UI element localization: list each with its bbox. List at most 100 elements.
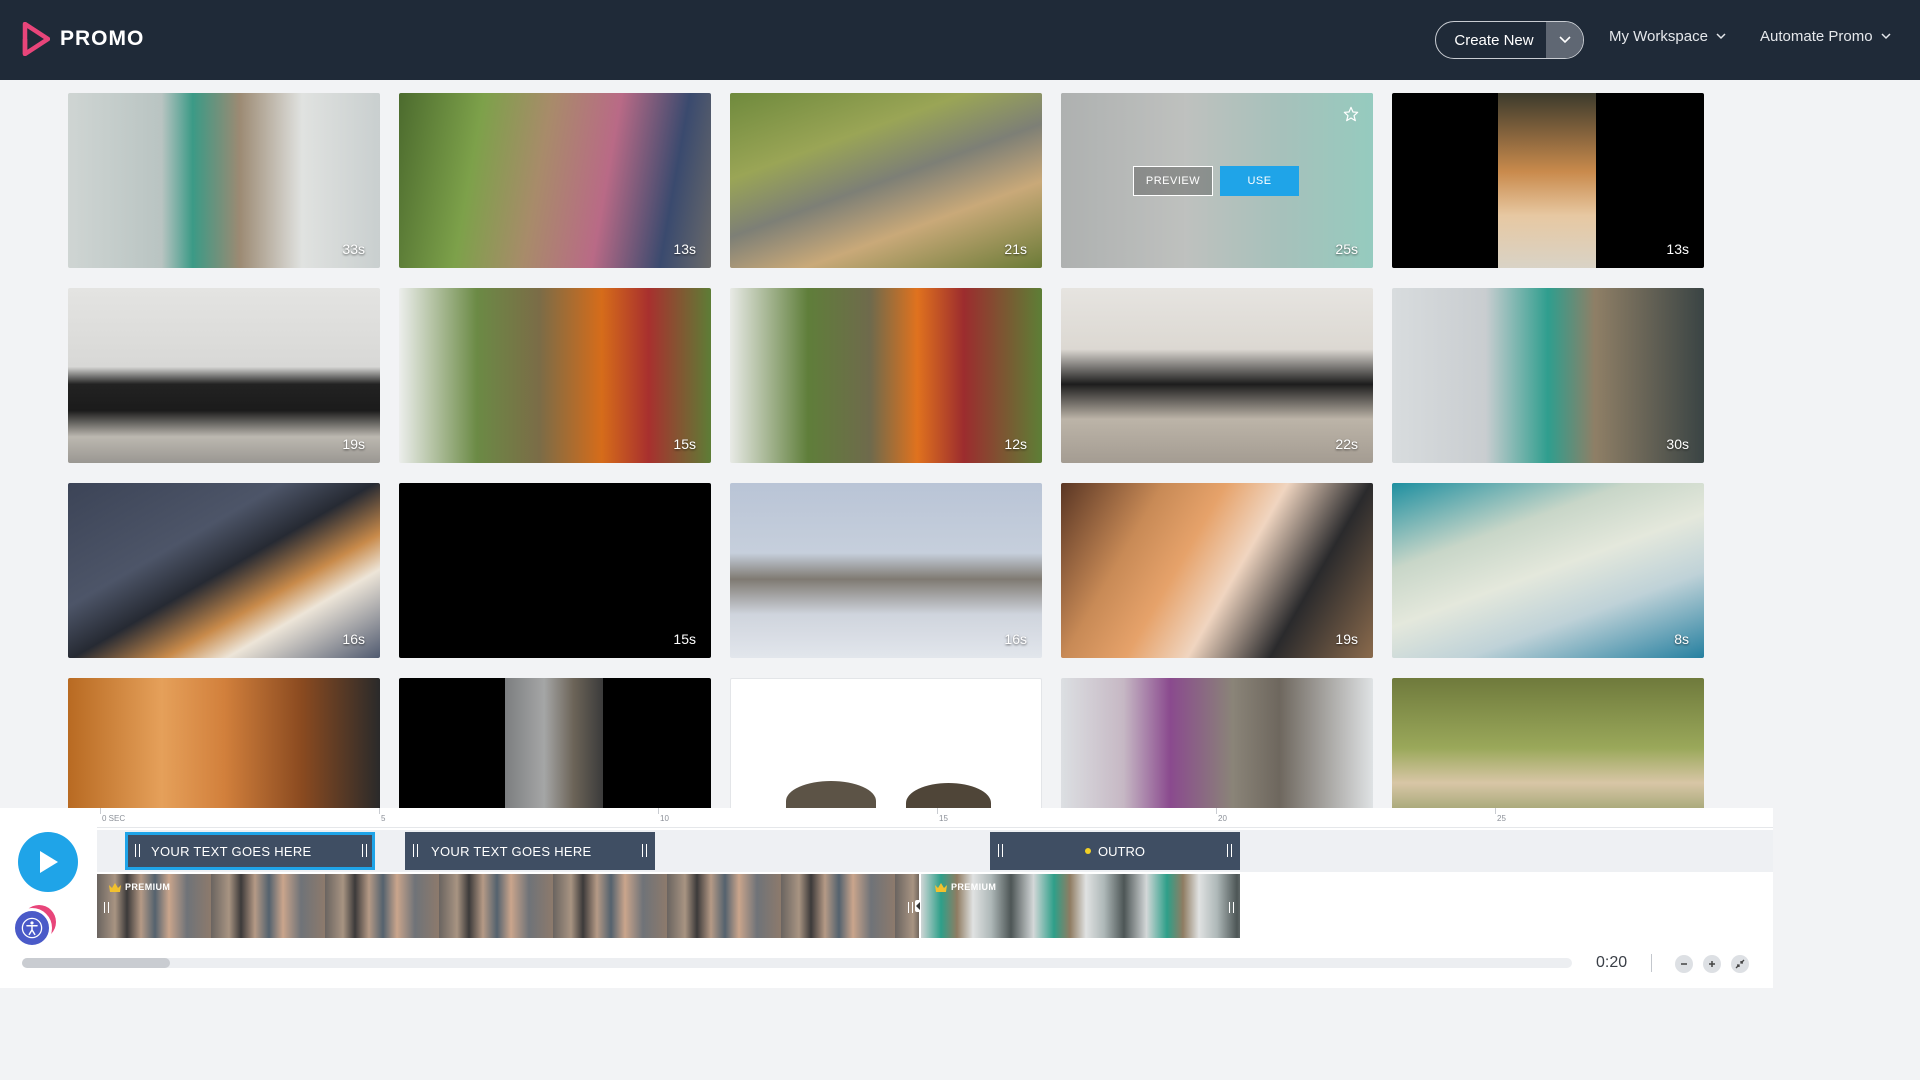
video-tile[interactable]: 8s: [1392, 483, 1704, 658]
video-clip[interactable]: PREMIUM: [97, 874, 919, 938]
text-track: YOUR TEXT GOES HERE YOUR TEXT GOES HERE …: [97, 830, 1773, 872]
duration-label: 16s: [1004, 631, 1027, 647]
outro-clip[interactable]: OUTRO: [990, 832, 1240, 870]
timeline-scroll-thumb[interactable]: [22, 958, 170, 968]
video-tile[interactable]: 16s: [68, 483, 380, 658]
ruler-tick: 25: [1495, 808, 1506, 823]
chevron-down-icon: [1881, 33, 1891, 40]
video-thumbnail: [906, 783, 991, 808]
star-icon[interactable]: [1343, 106, 1359, 122]
video-tile-hovered[interactable]: PREVIEW USE 25s: [1061, 93, 1373, 268]
premium-label: PREMIUM: [125, 882, 171, 892]
nav-my-workspace-label: My Workspace: [1609, 28, 1708, 45]
duration-label: 21s: [1004, 241, 1027, 257]
drag-handle-right[interactable]: [908, 902, 913, 913]
chevron-down-icon: [1716, 33, 1726, 40]
video-tile[interactable]: [730, 678, 1042, 808]
ruler-tick: 5: [378, 808, 386, 823]
text-clip-label: YOUR TEXT GOES HERE: [431, 843, 592, 859]
drag-handle-left[interactable]: [104, 902, 109, 913]
chevron-down-icon: [1558, 36, 1571, 44]
duration-label: 30s: [1666, 436, 1689, 452]
time-ruler: 0 SEC 5 10 15 20 25: [97, 808, 1773, 828]
video-tile[interactable]: [68, 678, 380, 808]
video-thumbnail: [1498, 93, 1596, 268]
video-tile[interactable]: 13s: [399, 93, 711, 268]
ruler-tick: 15: [937, 808, 948, 823]
zoom-out-button[interactable]: [1675, 955, 1693, 973]
duration-label: 13s: [673, 241, 696, 257]
fit-timeline-button[interactable]: [1731, 955, 1749, 973]
text-clip-label: YOUR TEXT GOES HERE: [151, 843, 312, 859]
video-tile[interactable]: [1392, 678, 1704, 808]
text-clip[interactable]: YOUR TEXT GOES HERE: [405, 832, 655, 870]
create-new-dropdown[interactable]: [1546, 22, 1583, 58]
timeline-scrollbar[interactable]: [22, 958, 1572, 968]
video-thumbnail: [786, 781, 876, 808]
duration-label: 12s: [1004, 436, 1027, 452]
plus-icon: [1709, 961, 1715, 967]
create-new-label: Create New: [1454, 31, 1534, 49]
crown-icon: [109, 882, 121, 892]
video-tile[interactable]: [1061, 678, 1373, 808]
video-clip-thumbnail-strip: [97, 874, 919, 938]
duration-label: 25s: [1335, 241, 1358, 257]
divider: [1651, 954, 1652, 972]
ruler-tick: 20: [1216, 808, 1227, 823]
video-tile[interactable]: 22s: [1061, 288, 1373, 463]
outro-indicator-dot: [1085, 848, 1092, 854]
video-thumbnail: [505, 678, 603, 808]
zoom-in-button[interactable]: [1703, 955, 1721, 973]
drag-handle-right[interactable]: [362, 844, 367, 857]
video-tile[interactable]: 16s: [730, 483, 1042, 658]
video-tile[interactable]: 33s: [68, 93, 380, 268]
drag-handle-left[interactable]: [135, 844, 140, 857]
drag-handle-right[interactable]: [642, 844, 647, 857]
video-clip[interactable]: PREMIUM: [921, 874, 1240, 938]
video-tile[interactable]: 13s: [1392, 93, 1704, 268]
premium-badge: PREMIUM: [109, 882, 170, 892]
preview-button[interactable]: PREVIEW: [1133, 166, 1213, 196]
video-tile[interactable]: 19s: [68, 288, 380, 463]
video-tile[interactable]: 21s: [730, 93, 1042, 268]
outro-clip-label: OUTRO: [1098, 843, 1145, 859]
video-tile[interactable]: 15s: [399, 483, 711, 658]
duration-label: 15s: [673, 631, 696, 647]
duration-label: 15s: [673, 436, 696, 452]
play-button[interactable]: [18, 832, 78, 892]
current-time: 0:20: [1596, 954, 1628, 971]
ruler-tick: 0 SEC: [99, 808, 126, 823]
accessibility-button[interactable]: [12, 905, 56, 949]
collapse-arrows-icon: [1735, 959, 1745, 969]
drag-handle-right[interactable]: [1227, 844, 1232, 857]
accessibility-icon-wrapper: [12, 908, 52, 948]
nav-automate-promo-label: Automate Promo: [1760, 28, 1873, 45]
nav-automate-promo[interactable]: Automate Promo: [1760, 28, 1891, 45]
drag-handle-left[interactable]: [413, 844, 418, 857]
duration-label: 13s: [1666, 241, 1689, 257]
use-button[interactable]: USE: [1220, 166, 1299, 196]
duration-label: 19s: [1335, 631, 1358, 647]
timeline-panel: 0 SEC 5 10 15 20 25 YOUR TEXT GOES HERE …: [0, 808, 1773, 988]
video-tile[interactable]: 12s: [730, 288, 1042, 463]
duration-label: 8s: [1674, 631, 1689, 647]
ruler-tick: 10: [658, 808, 669, 823]
promo-logo-icon: [22, 22, 50, 56]
video-tile[interactable]: 15s: [399, 288, 711, 463]
promo-logo[interactable]: PROMO: [22, 22, 144, 56]
video-tile[interactable]: 30s: [1392, 288, 1704, 463]
drag-handle-left[interactable]: [998, 844, 1003, 857]
nav-my-workspace[interactable]: My Workspace: [1609, 28, 1726, 45]
duration-label: 33s: [342, 241, 365, 257]
video-tile[interactable]: 19s: [1061, 483, 1373, 658]
minus-icon: [1681, 963, 1687, 965]
premium-badge: PREMIUM: [935, 882, 996, 892]
video-tile[interactable]: [399, 678, 711, 808]
top-bar: PROMO Create New My Workspace Automate P…: [0, 0, 1920, 80]
duration-label: 16s: [342, 631, 365, 647]
brand-name: PROMO: [60, 27, 145, 50]
create-new-button[interactable]: Create New: [1435, 21, 1584, 59]
text-clip[interactable]: YOUR TEXT GOES HERE: [125, 832, 375, 870]
drag-handle-right[interactable]: [1229, 902, 1234, 913]
premium-label: PREMIUM: [951, 882, 997, 892]
